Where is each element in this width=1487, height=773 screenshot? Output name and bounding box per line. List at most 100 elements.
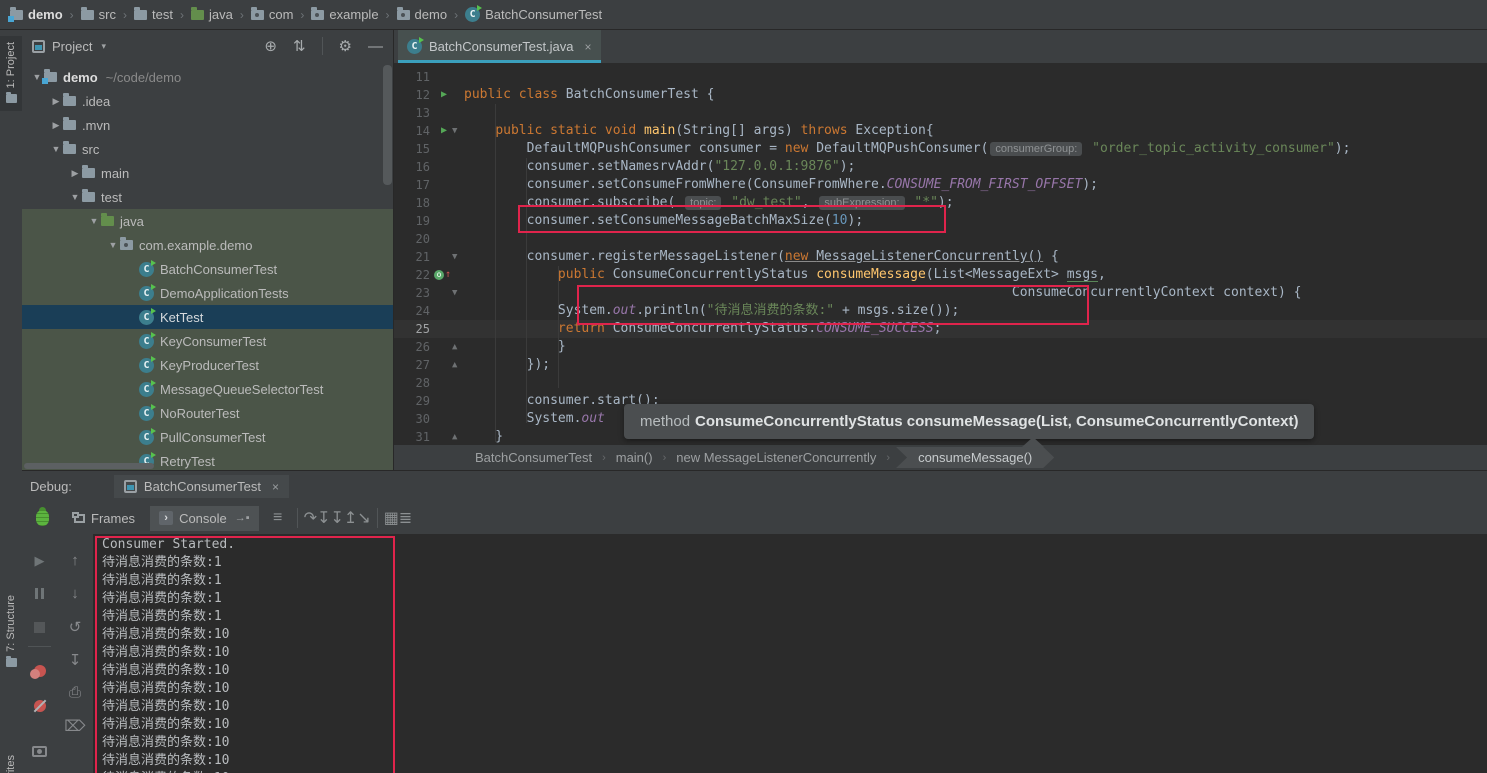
console-options-icon[interactable]: →▪ [235,512,250,524]
tree-item-main[interactable]: ▶main [22,161,393,185]
editor-breadcrumb-2[interactable]: new MessageListenerConcurrently [672,450,880,465]
menu-icon[interactable]: ≡ [265,509,291,527]
console-output-line: 待消息消费的条数:10 [102,644,229,662]
line-number: 13 [398,104,430,122]
down-stack-icon[interactable]: ↓ [57,585,93,602]
test-class-icon: C [139,286,154,301]
stop-button[interactable] [22,620,57,637]
test-class-icon: C [139,430,154,445]
tree-item-noroutertest[interactable]: CNoRouterTest [22,401,393,425]
editor-breadcrumb-1[interactable]: main() [612,450,657,465]
run-test-icon[interactable]: ▶ [434,86,454,104]
fold-close-icon[interactable]: ▲ [452,428,457,445]
resume-button[interactable]: ▶ [22,552,57,569]
console-output-line: 待消息消费的条数:10 [102,752,229,770]
code-line-25: 25 return ConsumeConcurrentlyStatus.CONS… [394,320,1487,338]
up-stack-icon[interactable]: ↑ [57,552,93,569]
fold-open-icon[interactable]: ▼ [452,122,457,140]
fold-close-icon[interactable]: ▲ [452,338,457,356]
project-tree[interactable]: ▼demo~/code/demo▶.idea▶.mvn▼src▶main▼tes… [22,62,393,470]
close-icon[interactable]: × [585,40,592,54]
project-tool-window: Project ▾ ⊕ ⇅ ⚙ — ▼demo~/code/demo▶.idea▶.m… [22,30,393,470]
breadcrumb-item-batchconsumertest[interactable]: CBatchConsumerTest [465,7,602,22]
view-breakpoints-button[interactable] [22,664,57,681]
breadcrumb-item-src[interactable]: src [81,7,116,22]
step-over-icon[interactable]: ↷ [304,510,317,527]
tree-item-java[interactable]: ▼java [22,209,393,233]
tab-console[interactable]: › Console →▪ [150,506,259,531]
tree-toggle-icon[interactable]: ▼ [87,216,101,226]
editor-breadcrumb-0[interactable]: BatchConsumerTest [471,450,596,465]
tree-horizontal-scrollbar[interactable] [24,463,154,469]
editor-tab-batchconsumertest[interactable]: C BatchConsumerTest.java × [398,30,601,63]
clear-all-icon[interactable]: ⌦ [57,717,93,735]
print-icon[interactable]: ⎙ [57,684,93,701]
chevron-down-icon[interactable]: ▾ [101,41,106,52]
step-into-icon[interactable]: ↧ [317,510,330,527]
tree-toggle-icon[interactable]: ▼ [49,144,63,154]
run-to-cursor-icon[interactable]: ↘ [357,510,370,527]
tree-item-src[interactable]: ▼src [22,137,393,161]
layout-settings-icon[interactable]: ≣ [399,510,412,527]
tree-item-test[interactable]: ▼test [22,185,393,209]
tree-item--mvn[interactable]: ▶.mvn [22,113,393,137]
tab-frames[interactable]: Frames [65,506,144,531]
tree-item-batchconsumertest[interactable]: CBatchConsumerTest [22,257,393,281]
fold-close-icon[interactable]: ▲ [452,356,457,374]
debug-session-tab[interactable]: BatchConsumerTest × [114,475,289,498]
overriding-method-icon[interactable]: o↑ [434,266,454,284]
tree-toggle-icon[interactable]: ▶ [49,96,63,107]
project-panel-title[interactable]: Project [52,39,92,54]
fold-open-icon[interactable]: ▼ [452,284,457,302]
code-line-24: 24 System.out.println("待消息消费的条数:" + msgs… [394,302,1487,320]
tree-item--idea[interactable]: ▶.idea [22,89,393,113]
tree-item-demo[interactable]: ▼demo~/code/demo [22,65,393,89]
console-output-line: 待消息消费的条数:10 [102,626,229,644]
evaluate-expression-icon[interactable]: ▦ [384,510,399,527]
settings-icon[interactable]: ⚙ [339,37,352,55]
tree-toggle-icon[interactable]: ▼ [106,240,120,250]
test-class-icon: C [139,310,154,325]
pause-button[interactable] [22,586,57,603]
stripe-button-structure[interactable]: 7: Structure [0,595,22,667]
tree-item-pullconsumertest[interactable]: CPullConsumerTest [22,425,393,449]
editor-breadcrumb-consumemessage[interactable]: consumeMessage() [896,447,1054,468]
stripe-button-favorites[interactable]: Favorites [0,755,22,773]
breadcrumb-item-test[interactable]: test [134,7,173,22]
tree-item-kettest[interactable]: CKetTest [22,305,393,329]
breadcrumb-item-demo[interactable]: demo [10,7,63,22]
step-out-icon[interactable]: ↥ [344,510,357,527]
code-editor[interactable]: 1112▶public class BatchConsumerTest {131… [394,63,1487,445]
breadcrumb-item-demo[interactable]: demo [397,7,448,22]
fold-open-icon[interactable]: ▼ [452,248,457,266]
breadcrumb-item-java[interactable]: java [191,7,233,22]
tree-vertical-scrollbar[interactable] [383,65,392,185]
line-number: 14 [398,122,430,140]
screenshot-button[interactable] [22,744,57,761]
run-test-icon[interactable]: ▶ [434,122,454,140]
tree-item-keyproducertest[interactable]: CKeyProducerTest [22,353,393,377]
rerun-icon[interactable]: ↺ [57,618,93,636]
code-line-26: 26▲ } [394,338,1487,356]
tree-item-label: MessageQueueSelectorTest [160,382,323,397]
tree-item-demoapplicationtests[interactable]: CDemoApplicationTests [22,281,393,305]
scroll-to-end-icon[interactable]: ↧ [57,651,93,669]
tree-item-messagequeueselectortest[interactable]: CMessageQueueSelectorTest [22,377,393,401]
close-icon[interactable]: × [272,480,279,494]
tree-toggle-icon[interactable]: ▶ [68,168,82,179]
debug-console-output[interactable]: Consumer Started.待消息消费的条数:1待消息消费的条数:1待消息… [93,534,1487,773]
tree-toggle-icon[interactable]: ▼ [68,192,82,202]
locate-icon[interactable]: ⊕ [264,37,277,55]
code-text: consumer.setConsumeFromWhere(ConsumeFrom… [464,176,1098,194]
hide-icon[interactable]: — [368,38,383,55]
force-step-into-icon[interactable]: ↧ [330,510,343,527]
collapse-all-icon[interactable]: ⇅ [293,37,306,55]
tree-toggle-icon[interactable]: ▶ [49,120,63,131]
stripe-button-project[interactable]: 1: Project [0,36,22,111]
breadcrumb-item-example[interactable]: example [311,7,378,22]
breadcrumb-item-com[interactable]: com [251,7,294,22]
tree-item-com-example-demo[interactable]: ▼com.example.demo [22,233,393,257]
mute-breakpoints-button[interactable] [22,699,57,716]
tree-item-keyconsumertest[interactable]: CKeyConsumerTest [22,329,393,353]
code-line-15: 15 DefaultMQPushConsumer consumer = new … [394,140,1487,158]
